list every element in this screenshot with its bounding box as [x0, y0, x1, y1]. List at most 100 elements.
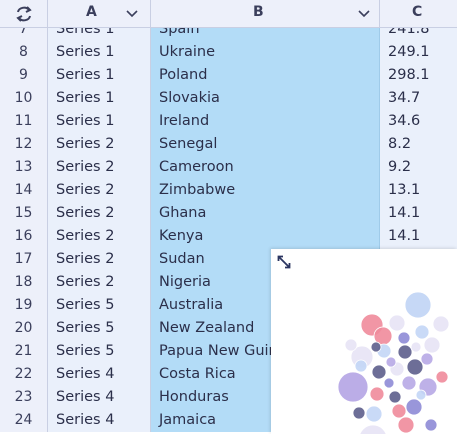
column-header-b[interactable]: B	[151, 0, 380, 28]
cell-column-a[interactable]: Series 1	[48, 41, 151, 64]
row-number[interactable]: 16	[0, 225, 48, 248]
cell-column-b[interactable]: Zimbabwe	[151, 179, 380, 202]
bubble	[424, 418, 438, 432]
bubble	[405, 398, 423, 416]
row-number[interactable]: 7	[0, 28, 48, 41]
row-number[interactable]: 9	[0, 64, 48, 87]
row-number[interactable]: 24	[0, 409, 48, 432]
cell-column-a[interactable]: Series 1	[48, 87, 151, 110]
table-row: 9 Series 1 Poland 298.1	[0, 64, 457, 87]
column-header-c[interactable]: C	[380, 0, 457, 28]
row-number[interactable]: 19	[0, 294, 48, 317]
cell-column-c[interactable]: 249.1	[380, 41, 457, 64]
row-number[interactable]: 11	[0, 110, 48, 133]
cell-column-b[interactable]: Slovakia	[151, 87, 380, 110]
row-number[interactable]: 20	[0, 317, 48, 340]
table-row: 10 Series 1 Slovakia 34.7	[0, 87, 457, 110]
cell-column-c[interactable]: 9.2	[380, 156, 457, 179]
cell-column-b[interactable]: Kenya	[151, 225, 380, 248]
cell-column-c[interactable]: 34.6	[380, 110, 457, 133]
cell-column-a[interactable]: Series 4	[48, 363, 151, 386]
cell-column-c[interactable]: 34.7	[380, 87, 457, 110]
bubble	[397, 344, 413, 360]
row-number[interactable]: 15	[0, 202, 48, 225]
row-number[interactable]: 10	[0, 87, 48, 110]
cell-column-c[interactable]: 8.2	[380, 133, 457, 156]
cell-column-c[interactable]: 14.1	[380, 202, 457, 225]
cell-column-b[interactable]: Cameroon	[151, 156, 380, 179]
cell-column-b[interactable]: Ghana	[151, 202, 380, 225]
bubble	[371, 364, 387, 380]
cell-column-a[interactable]: Series 2	[48, 225, 151, 248]
row-number[interactable]: 23	[0, 386, 48, 409]
bubble	[435, 370, 449, 384]
cell-column-a[interactable]: Series 2	[48, 202, 151, 225]
row-number[interactable]: 12	[0, 133, 48, 156]
bubble	[423, 336, 441, 354]
cell-column-a[interactable]: Series 1	[48, 110, 151, 133]
bubble	[388, 314, 406, 332]
cell-column-a[interactable]: Series 5	[48, 294, 151, 317]
bubble-chart-panel[interactable]	[271, 249, 457, 434]
cell-column-a[interactable]: Series 2	[48, 248, 151, 271]
table-row: 15 Series 2 Ghana 14.1	[0, 202, 457, 225]
cell-column-a[interactable]: Series 2	[48, 271, 151, 294]
bubble	[406, 358, 424, 376]
cell-column-b[interactable]: Spain	[151, 28, 380, 41]
cell-column-a[interactable]: Series 4	[48, 386, 151, 409]
row-number[interactable]: 8	[0, 41, 48, 64]
bubble	[344, 338, 358, 352]
row-number[interactable]: 17	[0, 248, 48, 271]
bubble	[391, 403, 407, 419]
cell-column-a[interactable]: Series 2	[48, 179, 151, 202]
table-row: 12 Series 2 Senegal 8.2	[0, 133, 457, 156]
cell-column-b[interactable]: Ukraine	[151, 41, 380, 64]
swap-arrows-icon[interactable]	[15, 6, 33, 22]
cell-column-a[interactable]: Series 2	[48, 133, 151, 156]
table-row: 14 Series 2 Zimbabwe 13.1	[0, 179, 457, 202]
cell-column-a[interactable]: Series 1	[48, 28, 151, 41]
bubble	[401, 375, 417, 391]
column-letter-c: C	[412, 4, 423, 20]
column-letter-a: A	[86, 4, 97, 20]
select-all-corner[interactable]	[0, 0, 48, 28]
bubble	[414, 324, 430, 340]
cell-column-b[interactable]: Ireland	[151, 110, 380, 133]
bubble	[397, 331, 411, 345]
column-header-a[interactable]: A	[48, 0, 151, 28]
chevron-down-icon[interactable]	[126, 8, 138, 18]
cell-column-c[interactable]: 13.1	[380, 179, 457, 202]
bubble	[385, 356, 397, 368]
bubble	[370, 341, 382, 353]
bubble	[420, 352, 434, 366]
cell-column-b[interactable]: Senegal	[151, 133, 380, 156]
row-number[interactable]: 21	[0, 340, 48, 363]
chevron-down-icon[interactable]	[358, 8, 370, 18]
table-row: 13 Series 2 Cameroon 9.2	[0, 156, 457, 179]
cell-column-a[interactable]: Series 2	[48, 156, 151, 179]
bubble	[404, 291, 432, 319]
cell-column-a[interactable]: Series 5	[48, 317, 151, 340]
cell-column-c[interactable]: 241.8	[380, 28, 457, 41]
bubble	[365, 405, 383, 423]
cell-column-a[interactable]: Series 1	[48, 64, 151, 87]
bubble	[410, 341, 422, 353]
bubble	[354, 359, 368, 373]
cell-column-c[interactable]: 298.1	[380, 64, 457, 87]
cell-column-b[interactable]: Poland	[151, 64, 380, 87]
row-number[interactable]: 22	[0, 363, 48, 386]
row-number[interactable]: 14	[0, 179, 48, 202]
row-number[interactable]: 18	[0, 271, 48, 294]
expand-arrows-icon[interactable]	[277, 255, 291, 269]
bubble-chart	[337, 291, 450, 434]
bubble	[352, 406, 366, 420]
bubble	[415, 389, 427, 401]
cell-column-a[interactable]: Series 5	[48, 340, 151, 363]
cell-column-c[interactable]: 14.1	[380, 225, 457, 248]
bubble	[359, 424, 387, 434]
bubble	[337, 371, 369, 403]
bubble	[383, 377, 395, 389]
row-number[interactable]: 13	[0, 156, 48, 179]
column-header-bar: A B C	[0, 0, 457, 28]
cell-column-a[interactable]: Series 4	[48, 409, 151, 432]
